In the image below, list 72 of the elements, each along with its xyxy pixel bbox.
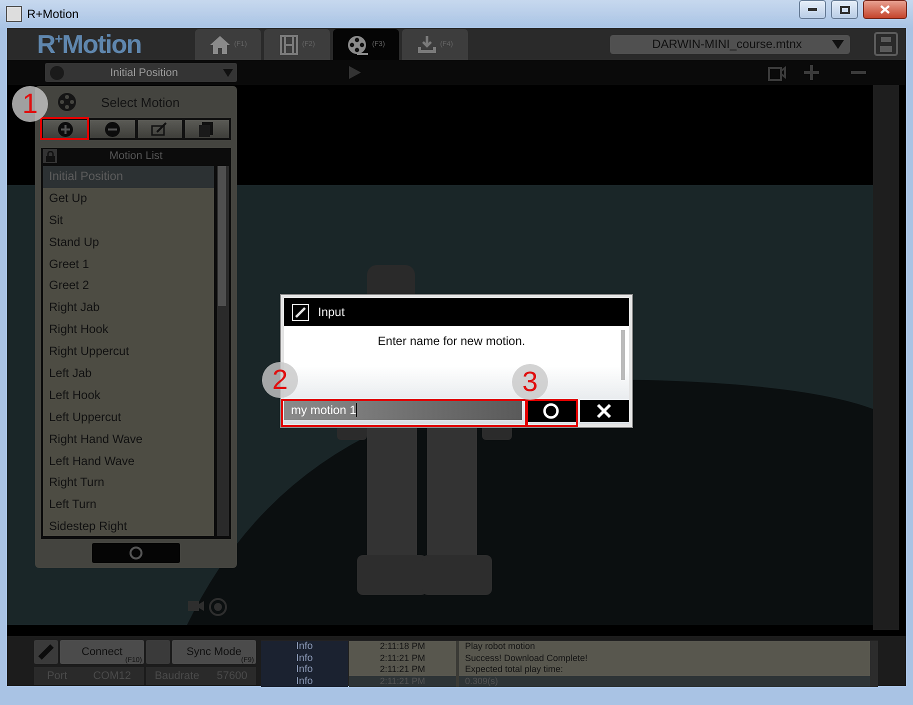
cancel-button[interactable] [580,400,630,422]
document-icon [199,122,214,136]
log-level-cell: Info [261,676,348,687]
caret-down-icon [832,40,844,48]
home-icon [209,34,232,54]
minimize-button[interactable] [799,0,826,19]
circle-icon [542,403,559,419]
log-time-cell: 2:11:18 PM [349,641,459,652]
window-title: R+Motion [27,7,79,21]
plus-circle-icon [58,122,73,136]
motion-list-item[interactable]: Right Turn [43,472,214,494]
log-message-cell: Success! Download Complete! [459,652,870,664]
caret-down-icon [223,68,233,76]
motion-list-item[interactable]: Get Up [43,188,214,210]
close-icon [880,5,890,14]
file-dropdown[interactable]: DARWIN-MINI_course.mtnx [610,34,850,54]
scrollbar[interactable] [870,641,878,687]
motion-list-item[interactable]: Right Hook [43,319,214,342]
motion-list-item[interactable]: Right Jab [43,297,214,320]
motion-list-item[interactable]: Left Hook [43,384,214,407]
motion-list-item[interactable]: Left Uppercut [43,406,214,429]
pencil-icon [292,304,309,320]
log-level-cell: Info [261,641,348,652]
log-time-cell: 2:11:21 PM [349,664,459,676]
play-icon[interactable] [349,66,361,79]
add-motion-button[interactable] [43,120,88,138]
app-logo: R$^{+}$Motion [37,28,142,60]
maximize-icon [840,6,850,14]
highlight-frame [40,117,89,140]
log-message-cell: Play robot motion [459,641,870,652]
edit-icon [151,122,168,136]
close-button[interactable] [863,0,907,19]
sync-mode-toggle[interactable] [146,640,170,664]
scrollbar[interactable] [621,330,625,380]
motion-list-item[interactable]: Sit [43,210,214,232]
record-icon[interactable] [209,598,227,616]
motion-list-item[interactable]: Right Uppercut [43,341,214,364]
motion-list-item[interactable]: Greet 1 [43,254,214,276]
scrollbar[interactable] [873,85,899,630]
dialog-title: Input [318,305,345,319]
log-level-cell: Info [261,664,348,676]
motion-list-item[interactable]: Right Hand Wave [43,428,214,451]
film-strip-icon [279,34,300,54]
log-message-cell: Expected total play time: [459,664,870,676]
download-tray-icon [417,34,438,54]
video-camera-icon[interactable] [187,598,205,614]
minimize-icon [808,8,817,11]
copy-motion-button[interactable] [184,120,229,138]
motion-list-item[interactable]: Left Jab [43,363,214,385]
motion-list-item[interactable]: Stand Up [43,232,214,254]
remove-motion-button[interactable] [90,120,134,138]
list-header: Motion List [108,150,164,162]
close-icon [596,403,612,419]
scrollbar[interactable] [217,166,229,536]
maximize-button[interactable] [831,0,858,19]
motion-list-item[interactable]: Left Hand Wave [43,450,214,472]
camera-view-icon[interactable] [768,64,786,80]
lock-icon[interactable] [43,149,57,163]
circle-icon [129,546,143,560]
minus-circle-icon [104,122,120,136]
log-time-cell: 2:11:21 PM [349,652,459,664]
motion-list-item[interactable]: Greet 2 [43,275,214,298]
motion-list-item[interactable]: Sidestep Right [43,516,214,536]
ok-button[interactable] [526,400,576,422]
plus-icon[interactable] [804,65,819,80]
edit-motion-button[interactable] [138,120,182,138]
dialog-message: Enter name for new motion. [376,334,526,348]
log-level-cell: Info [261,652,348,664]
app-icon [6,6,22,22]
motion-dropdown[interactable]: Initial Position [45,63,237,82]
motion-list-item[interactable]: Left Turn [43,494,214,516]
motion-name-input[interactable]: my motion 1 [284,400,522,420]
